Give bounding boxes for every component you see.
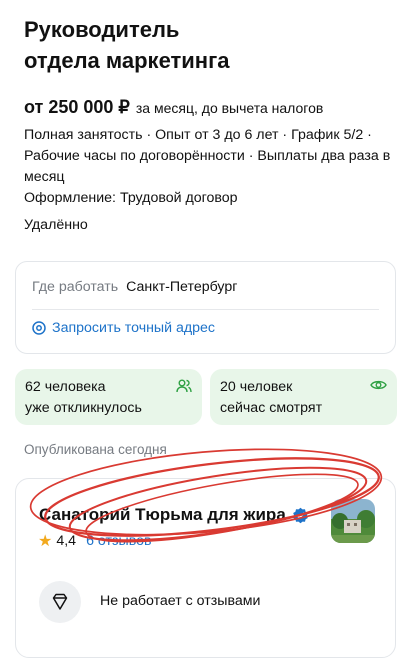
- verified-badge-icon: [292, 507, 308, 523]
- employment-type: Оформление: Трудовой договор: [24, 190, 238, 206]
- star-icon: ★: [38, 533, 53, 550]
- reviews-status: Не работает с отзывами: [100, 593, 261, 609]
- published-date: Опубликована сегодня: [24, 442, 167, 457]
- company-name-row[interactable]: Санаторий Тюрьма для жира: [39, 505, 309, 525]
- vacancy-title-line-1: Руководитель: [24, 17, 180, 42]
- company-card[interactable]: Санаторий Тюрьма для жира ★ 4,4 6 отзыво…: [15, 478, 396, 658]
- responded-count: 62 человека: [25, 379, 106, 395]
- eye-icon: [370, 380, 387, 390]
- vacancy-title: Руководитель отдела маркетинга: [24, 14, 384, 76]
- company-rating: 4,4: [56, 533, 77, 549]
- job-conditions: Полная занятость · Опыт от 3 до 6 лет · …: [24, 127, 391, 185]
- work-location-row: Где работать Санкт-Петербург: [32, 279, 237, 295]
- responded-text: уже откликнулось: [25, 400, 142, 416]
- salary-amount: от 250 000 ₽: [24, 97, 130, 117]
- rating-row: ★ 4,4 6 отзывов: [38, 531, 152, 551]
- no-reviews-icon: [39, 581, 81, 623]
- request-address-link[interactable]: Запросить точный адрес: [32, 320, 215, 336]
- watching-count: 20 человек: [220, 379, 293, 395]
- reviews-link[interactable]: 6 отзывов: [86, 533, 151, 549]
- salary: от 250 000 ₽ за месяц, до вычета налогов: [24, 97, 323, 118]
- location-pin-icon: [32, 321, 46, 335]
- watching-stat: 20 человек сейчас смотрят: [210, 369, 397, 425]
- company-name: Санаторий Тюрьма для жира: [39, 505, 286, 524]
- company-logo[interactable]: [331, 499, 375, 543]
- request-address-label: Запросить точный адрес: [52, 320, 216, 336]
- work-location-label: Где работать: [32, 279, 119, 295]
- salary-note: за месяц, до вычета налогов: [135, 100, 324, 116]
- people-icon: [176, 379, 192, 393]
- watching-text: сейчас смотрят: [220, 400, 323, 416]
- work-location-city: Санкт-Петербург: [126, 279, 238, 295]
- divider: [32, 309, 379, 310]
- vacancy-title-line-2: отдела маркетинга: [24, 48, 230, 73]
- location-card: Где работать Санкт-Петербург Запросить то…: [15, 261, 396, 354]
- responded-stat: 62 человека уже откликнулось: [15, 369, 202, 425]
- work-format: Удалённо: [24, 217, 88, 233]
